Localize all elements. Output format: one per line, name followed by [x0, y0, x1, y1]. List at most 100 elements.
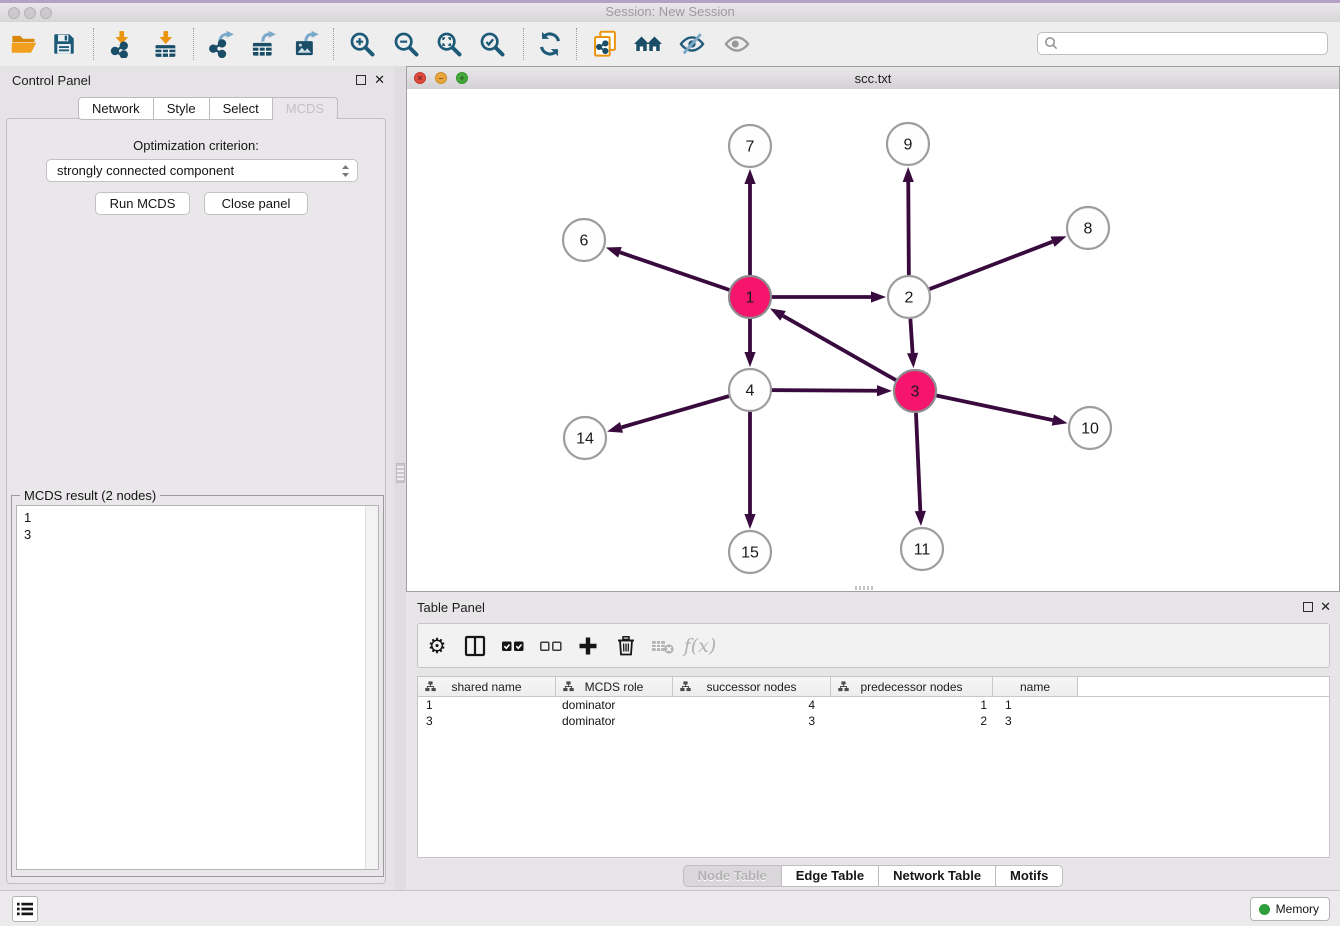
- toggle-graphics-details-icon[interactable]: [675, 28, 709, 60]
- table-tab-edge-table[interactable]: Edge Table: [782, 865, 879, 887]
- node-label: 6: [580, 233, 589, 250]
- edge-3-to-10[interactable]: [915, 391, 1067, 426]
- close-table-panel-icon[interactable]: ✕: [1320, 601, 1331, 613]
- control-panel-tab-style[interactable]: Style: [154, 97, 210, 120]
- optimization-criterion-label: Optimization criterion:: [7, 138, 385, 153]
- column-header-label: name: [1020, 680, 1050, 694]
- network-window-titlebar: × – + scc.txt: [407, 67, 1339, 90]
- float-table-panel-icon[interactable]: [1303, 602, 1313, 612]
- show-columns-icon[interactable]: [458, 629, 492, 663]
- import-network-icon[interactable]: [105, 28, 139, 60]
- scrollbar-track[interactable]: [365, 506, 378, 869]
- column-header-mcds-role[interactable]: MCDS role: [556, 677, 673, 696]
- node-label: 8: [1084, 221, 1093, 238]
- export-table-icon[interactable]: [247, 28, 281, 60]
- edge-2-to-8[interactable]: [909, 236, 1067, 297]
- node-14[interactable]: 14: [564, 417, 606, 459]
- toolbar-separator: [193, 28, 194, 60]
- node-11[interactable]: 11: [901, 528, 943, 570]
- window-top-strip: [0, 0, 1340, 3]
- node-9[interactable]: 9: [887, 123, 929, 165]
- toolbar-separator: [523, 28, 524, 60]
- node-10[interactable]: 10: [1069, 407, 1111, 449]
- close-panel-icon[interactable]: ✕: [374, 74, 385, 86]
- apply-layout-icon[interactable]: [533, 28, 567, 60]
- node-label: 7: [746, 139, 755, 156]
- close-panel-button[interactable]: Close panel: [204, 192, 308, 215]
- edge-1-to-6[interactable]: [606, 247, 750, 297]
- float-panel-icon[interactable]: [356, 75, 366, 85]
- table-cell: 3: [673, 713, 831, 729]
- column-header-successor-nodes[interactable]: successor nodes: [673, 677, 831, 696]
- node-6[interactable]: 6: [563, 219, 605, 261]
- mcds-tab-content: Optimization criterion: strongly connect…: [6, 118, 386, 884]
- memory-label: Memory: [1276, 902, 1319, 916]
- canvas-resize-grip[interactable]: [855, 586, 873, 590]
- save-session-icon[interactable]: [47, 28, 81, 60]
- duplicate-network-icon[interactable]: [588, 28, 622, 60]
- splitter-grip[interactable]: [396, 463, 405, 483]
- delete-column-icon[interactable]: [609, 629, 643, 663]
- import-table-icon[interactable]: [149, 28, 183, 60]
- mcds-result-textarea[interactable]: 13: [16, 505, 379, 870]
- table-tab-network-table[interactable]: Network Table: [879, 865, 996, 887]
- edge-4-to-14[interactable]: [607, 390, 750, 433]
- table-header-row: shared name MCDS rolesuccessor nodes prede…: [418, 677, 1329, 697]
- edge-3-to-1[interactable]: [770, 308, 915, 391]
- table-row[interactable]: 3dominator323: [418, 713, 1329, 729]
- table-cell: 1: [993, 697, 1078, 713]
- task-history-button[interactable]: [12, 896, 38, 922]
- zoom-selected-icon[interactable]: [475, 28, 509, 60]
- network-window-title: scc.txt: [407, 71, 1339, 86]
- control-panel-tab-network[interactable]: Network: [78, 97, 154, 120]
- search-box: [1037, 32, 1328, 55]
- criterion-dropdown[interactable]: strongly connected component: [46, 159, 358, 182]
- list-icon: [16, 901, 34, 917]
- table-settings-icon[interactable]: ⚙: [420, 629, 454, 663]
- open-session-icon[interactable]: [7, 28, 41, 60]
- session-title: Session: New Session: [0, 4, 1340, 19]
- node-8[interactable]: 8: [1067, 207, 1109, 249]
- node-15[interactable]: 15: [729, 531, 771, 573]
- run-mcds-button[interactable]: Run MCDS: [95, 192, 190, 215]
- export-network-icon[interactable]: [205, 28, 239, 60]
- memory-button[interactable]: Memory: [1250, 897, 1330, 921]
- column-header-predecessor-nodes[interactable]: predecessor nodes: [831, 677, 993, 696]
- zoom-out-icon[interactable]: [389, 28, 423, 60]
- column-header-label: shared name: [451, 680, 521, 694]
- control-panel-tabs: NetworkStyleSelectMCDS: [78, 97, 338, 120]
- node-label: 2: [905, 290, 914, 307]
- network-canvas[interactable]: 7 9 6 8 1 2 4 3 14 10 15 11: [407, 89, 1339, 591]
- search-input[interactable]: [1037, 32, 1328, 55]
- dropdown-stepper-icon: [340, 163, 351, 182]
- export-image-icon[interactable]: [290, 28, 324, 60]
- table-tab-node-table[interactable]: Node Table: [683, 865, 782, 887]
- header-filler: [1078, 677, 1329, 696]
- column-header-shared-name[interactable]: shared name: [418, 677, 556, 696]
- column-header-label: predecessor nodes: [860, 680, 962, 694]
- control-panel-tab-select[interactable]: Select: [210, 97, 273, 120]
- zoom-in-icon[interactable]: [345, 28, 379, 60]
- deselect-all-icon[interactable]: [534, 629, 568, 663]
- column-header-name[interactable]: name: [993, 677, 1078, 696]
- node-label: 10: [1081, 421, 1099, 438]
- zoom-fit-icon[interactable]: [432, 28, 466, 60]
- node-2[interactable]: 2: [888, 276, 930, 318]
- node-1[interactable]: 1: [729, 276, 771, 318]
- toolbar-separator: [93, 28, 94, 60]
- node-7[interactable]: 7: [729, 125, 771, 167]
- table-body: 1dominator4113dominator323: [418, 697, 1329, 729]
- add-column-icon[interactable]: [571, 629, 605, 663]
- table-cell: 4: [673, 697, 831, 713]
- control-panel-tab-mcds[interactable]: MCDS: [273, 97, 338, 120]
- home-icon[interactable]: [631, 28, 665, 60]
- node-4[interactable]: 4: [729, 369, 771, 411]
- select-all-icon[interactable]: [496, 629, 530, 663]
- table-toolbar: ⚙ f(x): [417, 623, 1330, 668]
- main-toolbar: [0, 22, 1340, 67]
- table-cell: dominator: [556, 697, 673, 713]
- node-3[interactable]: 3: [894, 370, 936, 412]
- table-tab-motifs[interactable]: Motifs: [996, 865, 1063, 887]
- criterion-value: strongly connected component: [57, 163, 234, 178]
- table-row[interactable]: 1dominator411: [418, 697, 1329, 713]
